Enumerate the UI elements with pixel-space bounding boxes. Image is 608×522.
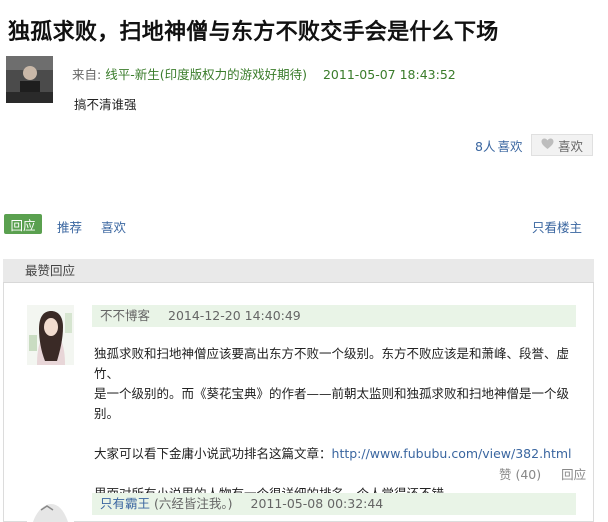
reply-header: 只有霸王 (六经皆注我。) 2011-05-08 00:32:44: [92, 493, 576, 515]
reply-avatar[interactable]: [27, 496, 74, 522]
reply-header: 不不博客 2014-12-20 14:40:49: [92, 305, 576, 327]
author-avatar[interactable]: [6, 56, 53, 103]
from-label: 来自:: [72, 67, 102, 82]
reply-paragraph-text: 大家可以看下金庸小说武功排名这篇文章：: [94, 446, 332, 461]
like-count[interactable]: 8人: [475, 139, 495, 154]
action-bar: 回应 推荐 喜欢 只看楼主: [0, 214, 600, 236]
reply-url-link[interactable]: http://www.fububu.com/view/382.html: [332, 446, 572, 461]
reply-time: 2014-12-20 14:40:49: [168, 308, 301, 323]
recommend-link[interactable]: 推荐: [57, 217, 82, 236]
like-link[interactable]: 喜欢: [101, 217, 126, 236]
reply-line: 是一个级别的。而《葵花宝典》的作者——前朝太监则和独孤求败和扫地神僧是一个级别。: [94, 386, 570, 421]
reply-author-signature: (六经皆注我。): [154, 496, 233, 511]
reply-line: 独孤求败和扫地神僧应该要高出东方不败一个级别。东方不败应该是和萧峰、段誉、虚竹、: [94, 346, 570, 381]
reply-actions: 赞 (40) 回应: [499, 464, 586, 483]
only-host-link[interactable]: 只看楼主: [532, 217, 582, 236]
reply-list: 不不博客 2014-12-20 14:40:49 独孤求败和扫地神僧应该要高出东…: [3, 283, 594, 522]
post-meta: 来自: 线平-新生(印度版权力的游戏好期待) 2011-05-07 18:43:…: [72, 64, 456, 83]
reply-time: 2011-05-08 00:32:44: [250, 496, 384, 511]
post-time: 2011-05-07 18:43:52: [322, 67, 456, 82]
vote-link[interactable]: 赞 (40): [499, 467, 541, 482]
author-group: (印度版权力的游戏好期待): [159, 67, 307, 82]
like-count-label[interactable]: 喜欢: [497, 139, 522, 154]
reply-author[interactable]: 只有霸王: [100, 496, 150, 511]
post-title: 独孤求败，扫地神僧与东方不败交手会是什么下场: [8, 19, 499, 45]
author-link[interactable]: 线平-新生: [105, 67, 160, 82]
heart-icon: [541, 138, 554, 153]
reply-button[interactable]: 回应: [4, 214, 42, 234]
post-body: 搞不清谁强: [74, 97, 137, 112]
reply-author[interactable]: 不不博客: [100, 308, 150, 323]
like-summary[interactable]: 8人 喜欢: [475, 136, 522, 155]
reply-avatar[interactable]: [27, 305, 74, 365]
like-button-label: 喜欢: [557, 138, 583, 154]
section-header: 最赞回应: [3, 259, 594, 283]
reply-paragraph: 大家可以看下金庸小说武功排名这篇文章：http://www.fububu.com…: [94, 444, 580, 464]
like-button[interactable]: 喜欢: [531, 134, 593, 156]
reply-to-link[interactable]: 回应: [561, 467, 586, 482]
